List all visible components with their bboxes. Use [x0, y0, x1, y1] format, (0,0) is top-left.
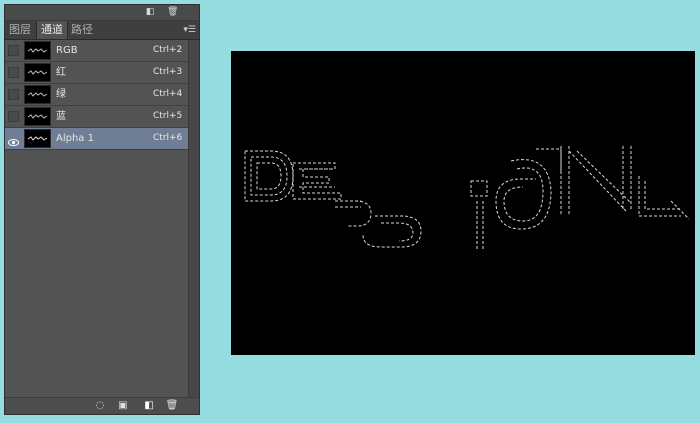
panel-tabs: 图层 通道 路径 ▾☰	[5, 21, 199, 40]
panel-top-bar: ◧ 🗑	[5, 5, 199, 21]
design-text-artwork	[244, 146, 690, 251]
channel-shortcut: Ctrl+2	[153, 45, 183, 55]
new-channel-icon[interactable]: ◧	[145, 7, 155, 17]
tab-paths[interactable]: 路径	[67, 21, 97, 39]
trash-icon[interactable]: 🗑	[165, 400, 179, 412]
save-selection-icon[interactable]: ▣	[116, 400, 130, 412]
channel-row-rgb[interactable]: RGB Ctrl+2	[5, 40, 188, 62]
channel-thumbnail	[24, 41, 51, 60]
channel-shortcut: Ctrl+5	[153, 111, 183, 121]
document-canvas[interactable]	[231, 51, 695, 355]
panel-scrollbar[interactable]	[188, 40, 199, 398]
trash-icon[interactable]: 🗑	[167, 7, 178, 17]
channel-thumbnail	[24, 129, 51, 148]
channel-name: 绿	[56, 89, 66, 100]
channel-row-red[interactable]: 红 Ctrl+3	[5, 62, 188, 84]
channel-shortcut: Ctrl+6	[153, 133, 183, 143]
panel-bottom-bar: ◌ ▣ ◧ 🗑	[5, 397, 199, 414]
visibility-toggle[interactable]	[8, 67, 19, 78]
panel-menu-icon[interactable]: ▾☰	[183, 24, 196, 36]
channel-thumbnail	[24, 107, 51, 126]
channel-name: RGB	[56, 45, 78, 56]
load-selection-icon[interactable]: ◌	[93, 400, 107, 412]
channel-row-green[interactable]: 绿 Ctrl+4	[5, 84, 188, 106]
visibility-toggle[interactable]	[8, 111, 19, 122]
tab-channels[interactable]: 通道	[36, 21, 68, 39]
new-channel-icon[interactable]: ◧	[142, 400, 156, 412]
eye-icon[interactable]	[8, 133, 19, 146]
visibility-toggle[interactable]	[8, 89, 19, 100]
channels-panel: ◧ 🗑 图层 通道 路径 ▾☰ RGB Ctrl+2 红 Ctrl+3 绿 Ct…	[4, 4, 200, 415]
channel-shortcut: Ctrl+3	[153, 67, 183, 77]
visibility-toggle[interactable]	[8, 45, 19, 56]
channel-name: Alpha 1	[56, 133, 94, 144]
tab-layers[interactable]: 图层	[5, 21, 35, 39]
channel-row-alpha-1[interactable]: Alpha 1 Ctrl+6	[5, 128, 188, 150]
channel-thumbnail	[24, 85, 51, 104]
channel-name: 红	[56, 67, 66, 78]
channel-shortcut: Ctrl+4	[153, 89, 183, 99]
channel-thumbnail	[24, 63, 51, 82]
channel-row-blue[interactable]: 蓝 Ctrl+5	[5, 106, 188, 128]
channel-name: 蓝	[56, 111, 66, 122]
